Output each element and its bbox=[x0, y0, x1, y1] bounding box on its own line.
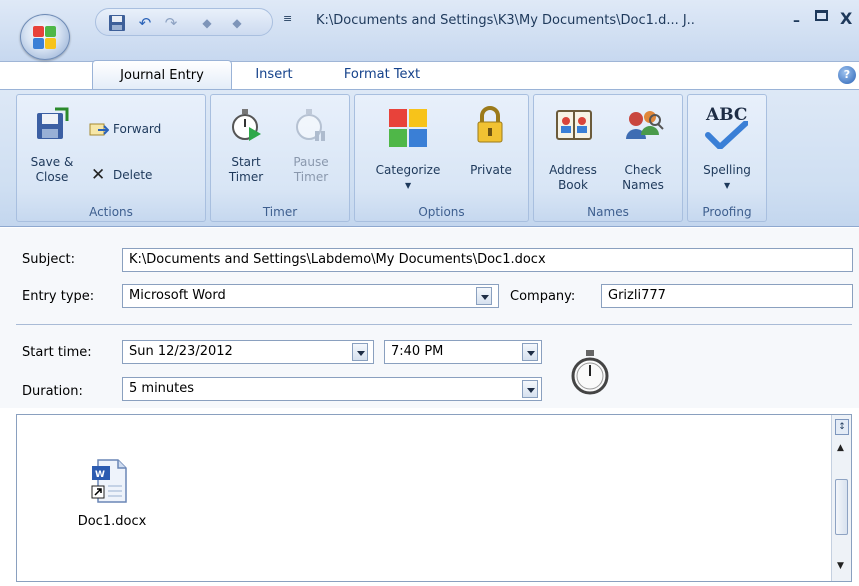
save-close-icon bbox=[37, 107, 69, 139]
address-book-button[interactable]: Address Book bbox=[538, 103, 608, 198]
forward-label: Forward bbox=[113, 122, 162, 136]
scroll-up-icon[interactable]: ▲ bbox=[837, 443, 844, 453]
group-proofing: ABC Spelling ▼ Proofing bbox=[687, 94, 767, 222]
scrollbar-thumb[interactable] bbox=[835, 479, 848, 535]
delete-button[interactable]: ✕ Delete bbox=[87, 165, 197, 187]
save-close-label: Save & Close bbox=[30, 155, 74, 184]
subject-field[interactable]: K:\Documents and Settings\Labdemo\My Doc… bbox=[122, 248, 853, 272]
chevron-down-icon: ▼ bbox=[724, 181, 731, 190]
quick-access-toolbar: ↶ ↷ ◆ ◆ bbox=[95, 8, 273, 36]
scroll-pin-icon[interactable]: ↕ bbox=[835, 419, 849, 435]
save-close-button[interactable]: Save & Close bbox=[23, 103, 81, 193]
previous-item-icon[interactable]: ◆ bbox=[198, 14, 216, 32]
group-label-names: Names bbox=[587, 205, 629, 219]
start-date-dropdown-arrow[interactable] bbox=[352, 343, 368, 361]
scroll-down-icon[interactable]: ▼ bbox=[837, 561, 844, 571]
pause-timer-label: Pause Timer bbox=[293, 155, 329, 184]
delete-icon: ✕ bbox=[91, 165, 106, 185]
journal-form: Subject: K:\Documents and Settings\Labde… bbox=[0, 228, 859, 408]
start-timer-button[interactable]: Start Timer bbox=[217, 103, 275, 198]
private-button[interactable]: Private bbox=[459, 103, 523, 198]
start-time-dropdown-arrow[interactable] bbox=[522, 343, 538, 361]
check-names-label: Check Names bbox=[622, 163, 664, 192]
spelling-icon: ABC bbox=[700, 105, 754, 151]
company-label: Company: bbox=[510, 289, 576, 304]
svg-text:W: W bbox=[95, 470, 105, 480]
close-button[interactable]: X bbox=[840, 9, 852, 28]
minimize-button[interactable]: – bbox=[793, 13, 800, 29]
spelling-label: Spelling bbox=[703, 163, 751, 177]
group-names: Address Book Check Names Names bbox=[533, 94, 683, 222]
categorize-icon bbox=[389, 109, 427, 147]
stopwatch-start-icon bbox=[232, 109, 261, 141]
group-label-options: Options bbox=[418, 205, 465, 219]
form-divider bbox=[16, 324, 852, 325]
tab-format-text[interactable]: Format Text bbox=[332, 62, 432, 88]
title-bar: ↶ ↷ ◆ ◆ ≡ K:\Documents and Settings\K3\M… bbox=[0, 0, 859, 62]
start-time-label: Start time: bbox=[22, 345, 92, 360]
subject-label: Subject: bbox=[22, 252, 75, 267]
private-label: Private bbox=[470, 163, 512, 177]
spelling-button[interactable]: ABC Spelling ▼ bbox=[692, 103, 762, 203]
tab-journal-entry[interactable]: Journal Entry bbox=[92, 60, 232, 90]
group-timer: Start Timer Pause Timer Timer bbox=[210, 94, 350, 222]
pause-timer-button[interactable]: Pause Timer bbox=[281, 103, 341, 198]
forward-icon bbox=[89, 123, 109, 136]
duration-label: Duration: bbox=[22, 384, 83, 399]
start-date-field[interactable]: Sun 12/23/2012 bbox=[122, 340, 374, 364]
tab-insert[interactable]: Insert bbox=[244, 62, 304, 88]
categorize-label: Categorize bbox=[375, 163, 441, 177]
company-field[interactable]: Grizli777 bbox=[601, 284, 853, 308]
office-logo-icon bbox=[33, 26, 57, 50]
notes-body[interactable]: ↕ ▲ ▼ bbox=[16, 414, 852, 582]
next-item-icon[interactable]: ◆ bbox=[228, 14, 246, 32]
check-names-button[interactable]: Check Names bbox=[608, 103, 678, 198]
group-label-timer: Timer bbox=[262, 205, 298, 219]
save-icon[interactable] bbox=[108, 14, 126, 32]
window-title: K:\Documents and Settings\K3\My Document… bbox=[316, 13, 695, 28]
group-options: Categorize ▼ Private Options bbox=[354, 94, 529, 222]
customize-qat-icon[interactable]: ≡ bbox=[283, 12, 292, 25]
attachment-label[interactable]: Doc1.docx bbox=[62, 514, 162, 529]
start-timer-label: Start Timer bbox=[228, 155, 264, 184]
check-names-icon bbox=[626, 111, 664, 139]
address-book-icon bbox=[556, 110, 592, 140]
forward-button[interactable]: Forward bbox=[87, 119, 197, 141]
redo-icon[interactable]: ↷ bbox=[162, 14, 180, 32]
duration-select[interactable]: 5 minutes bbox=[122, 377, 542, 401]
group-label-proofing: Proofing bbox=[702, 205, 752, 219]
stopwatch-icon bbox=[571, 350, 609, 395]
delete-label: Delete bbox=[113, 168, 153, 182]
duration-dropdown-arrow[interactable] bbox=[522, 380, 538, 398]
maximize-button[interactable] bbox=[815, 10, 828, 21]
chevron-down-icon: ▼ bbox=[405, 181, 412, 190]
entry-type-label: Entry type: bbox=[22, 289, 95, 304]
start-time-field[interactable]: 7:40 PM bbox=[384, 340, 542, 364]
entry-type-dropdown-arrow[interactable] bbox=[476, 287, 492, 305]
help-icon[interactable]: ? bbox=[838, 66, 856, 84]
group-actions: Save & Close Forward ✕ Delete Actions bbox=[16, 94, 206, 222]
vertical-scrollbar[interactable]: ↕ ▲ ▼ bbox=[831, 415, 851, 581]
categorize-button[interactable]: Categorize ▼ bbox=[361, 103, 455, 203]
word-document-icon[interactable]: W bbox=[90, 458, 130, 504]
entry-type-select[interactable]: Microsoft Word bbox=[122, 284, 499, 308]
ribbon: Save & Close Forward ✕ Delete Actions St… bbox=[0, 89, 859, 227]
group-label-actions: Actions bbox=[89, 205, 133, 219]
address-book-label: Address Book bbox=[549, 163, 597, 192]
stopwatch-pause-icon bbox=[296, 109, 325, 141]
undo-icon[interactable]: ↶ bbox=[136, 14, 154, 32]
lock-icon bbox=[477, 106, 503, 143]
office-button[interactable] bbox=[20, 14, 70, 60]
